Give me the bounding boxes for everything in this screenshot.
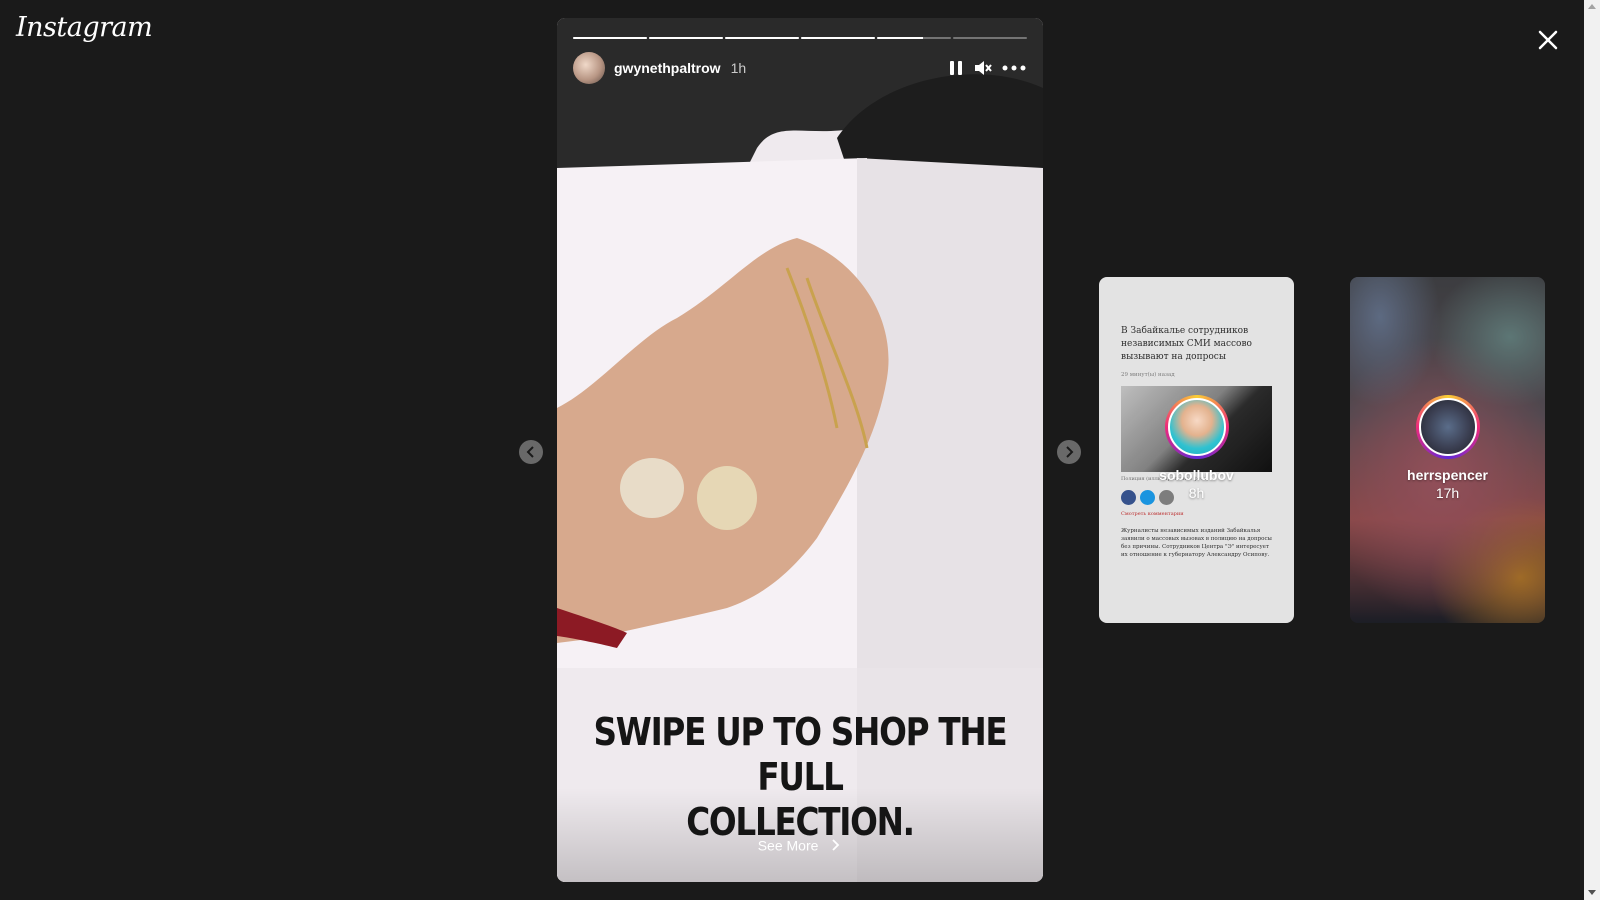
preview-username: sobollubov: [1159, 467, 1234, 483]
more-options-button[interactable]: [1001, 59, 1027, 77]
progress-segment: [877, 37, 951, 39]
see-more-link[interactable]: See More: [557, 836, 1043, 853]
progress-segment: [725, 37, 799, 39]
story-username[interactable]: gwynethpaltrow: [614, 60, 721, 76]
story-header: gwynethpaltrow 1h: [573, 52, 1027, 84]
progress-segment: [953, 37, 1027, 39]
close-button[interactable]: [1530, 22, 1566, 58]
chevron-left-icon: [526, 446, 534, 458]
chevron-right-icon: [1066, 446, 1074, 458]
story-progress-bar: [573, 37, 1027, 39]
avatar: [1416, 395, 1480, 459]
see-more-label: See More: [757, 837, 819, 854]
close-icon: [1538, 30, 1558, 50]
page-scrollbar[interactable]: [1584, 0, 1600, 900]
preview-timestamp: 17h: [1435, 485, 1460, 501]
mute-icon: [975, 61, 992, 75]
preview-timestamp: 8h: [1188, 485, 1205, 501]
story-overlay-text: SWIPE UP TO SHOP THE FULL COLLECTION.: [591, 710, 1009, 845]
preview-username: herrspencer: [1407, 467, 1488, 483]
mute-button[interactable]: [973, 59, 993, 77]
overlay-line-1: SWIPE UP TO SHOP THE FULL: [593, 710, 1008, 799]
avatar: [1165, 395, 1229, 459]
avatar[interactable]: [573, 52, 605, 84]
more-icon: [1002, 65, 1026, 71]
story-viewer[interactable]: gwynethpaltrow 1h SWIPE UP TO SHOP THE F…: [557, 18, 1043, 882]
pause-icon: [950, 61, 962, 75]
scroll-up-icon[interactable]: [1588, 4, 1596, 9]
progress-segment: [801, 37, 875, 39]
next-story-button[interactable]: [1057, 440, 1081, 464]
story-preview-herrspencer[interactable]: herrspencer 17h: [1350, 277, 1545, 623]
story-preview-sobollubov[interactable]: В Забайкалье сотрудников независимых СМИ…: [1099, 277, 1294, 623]
chevron-right-icon: [832, 839, 840, 851]
instagram-logo[interactable]: Instagram: [16, 12, 153, 43]
story-timestamp: 1h: [730, 60, 747, 76]
progress-segment: [649, 37, 723, 39]
previous-story-button[interactable]: [519, 440, 543, 464]
progress-segment: [573, 37, 647, 39]
pause-button[interactable]: [947, 59, 965, 77]
scroll-down-icon[interactable]: [1588, 890, 1596, 895]
